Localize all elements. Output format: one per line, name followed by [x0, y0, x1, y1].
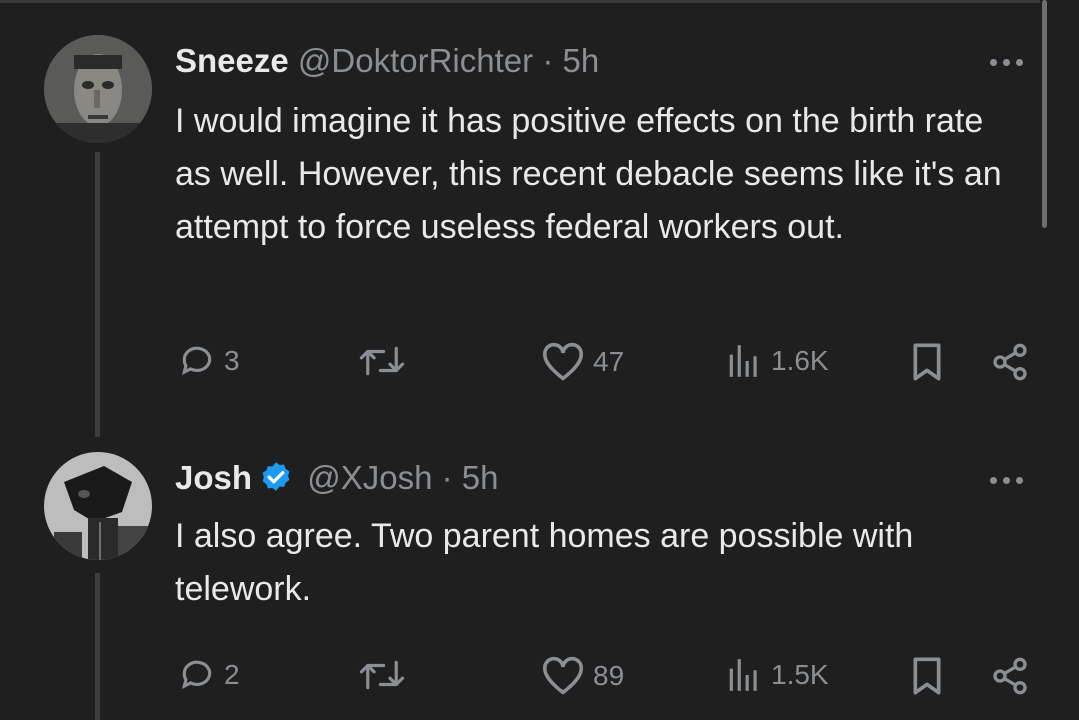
action-bar: 3 47 1.6K: [0, 342, 1040, 382]
retweet-icon: [359, 346, 405, 376]
bookmark-icon: [913, 343, 941, 381]
reply-icon: [181, 660, 212, 690]
share-button[interactable]: [990, 656, 1030, 696]
like-count: 89: [593, 660, 625, 691]
thread-line: [95, 152, 100, 437]
views-button[interactable]: 1.6K: [725, 342, 829, 380]
like-button[interactable]: 47: [541, 342, 624, 382]
like-count: 47: [593, 346, 625, 377]
action-bar: 2 89 1.5K: [0, 656, 1040, 696]
avatar[interactable]: [44, 452, 152, 560]
share-button[interactable]: [990, 342, 1030, 382]
verified-badge-icon[interactable]: [258, 460, 294, 496]
views-icon: [729, 659, 757, 691]
bookmark-button[interactable]: [910, 656, 944, 696]
separator-dot: ·: [441, 459, 453, 496]
view-count: 1.5K: [771, 659, 829, 690]
tweet-header: Josh @XJosh · 5h: [175, 458, 498, 498]
display-name[interactable]: Sneeze: [175, 42, 289, 79]
separator-dot: ·: [542, 42, 554, 79]
avatar[interactable]: [44, 35, 152, 143]
retweet-button[interactable]: [358, 656, 406, 694]
like-button[interactable]: 89: [541, 656, 624, 696]
thread-line: [95, 573, 100, 720]
views-icon: [729, 345, 757, 377]
reply-count: 2: [224, 659, 240, 690]
share-icon: [993, 343, 1027, 381]
tweet-1[interactable]: Sneeze @DoktorRichter · 5h I would imagi…: [0, 0, 1040, 440]
tweet-header: Sneeze @DoktorRichter · 5h: [175, 41, 599, 81]
tweet-text: I also agree. Two parent homes are possi…: [175, 517, 914, 608]
display-name[interactable]: Josh: [175, 459, 252, 496]
user-handle[interactable]: @DoktorRichter: [298, 42, 533, 79]
tweet-text: I would imagine it has positive effects …: [175, 102, 1002, 246]
reply-button[interactable]: 2: [178, 656, 240, 694]
retweet-icon: [359, 660, 405, 690]
timestamp[interactable]: 5h: [562, 42, 599, 79]
timestamp[interactable]: 5h: [462, 459, 499, 496]
like-icon: [542, 342, 584, 381]
reply-count: 3: [224, 345, 240, 376]
more-icon[interactable]: [990, 52, 1030, 72]
bookmark-icon: [913, 657, 941, 695]
views-button[interactable]: 1.5K: [725, 656, 829, 694]
view-count: 1.6K: [771, 345, 829, 376]
reply-icon: [181, 346, 212, 376]
tweet-2[interactable]: Josh @XJosh · 5h I also agree. Two paren…: [0, 440, 1040, 720]
more-icon[interactable]: [990, 470, 1030, 490]
bookmark-button[interactable]: [910, 342, 944, 382]
like-icon: [542, 656, 584, 695]
retweet-button[interactable]: [358, 342, 406, 380]
reply-button[interactable]: 3: [178, 342, 240, 380]
user-handle[interactable]: @XJosh: [307, 459, 432, 496]
share-icon: [993, 657, 1027, 695]
scrollbar[interactable]: [1042, 0, 1047, 228]
